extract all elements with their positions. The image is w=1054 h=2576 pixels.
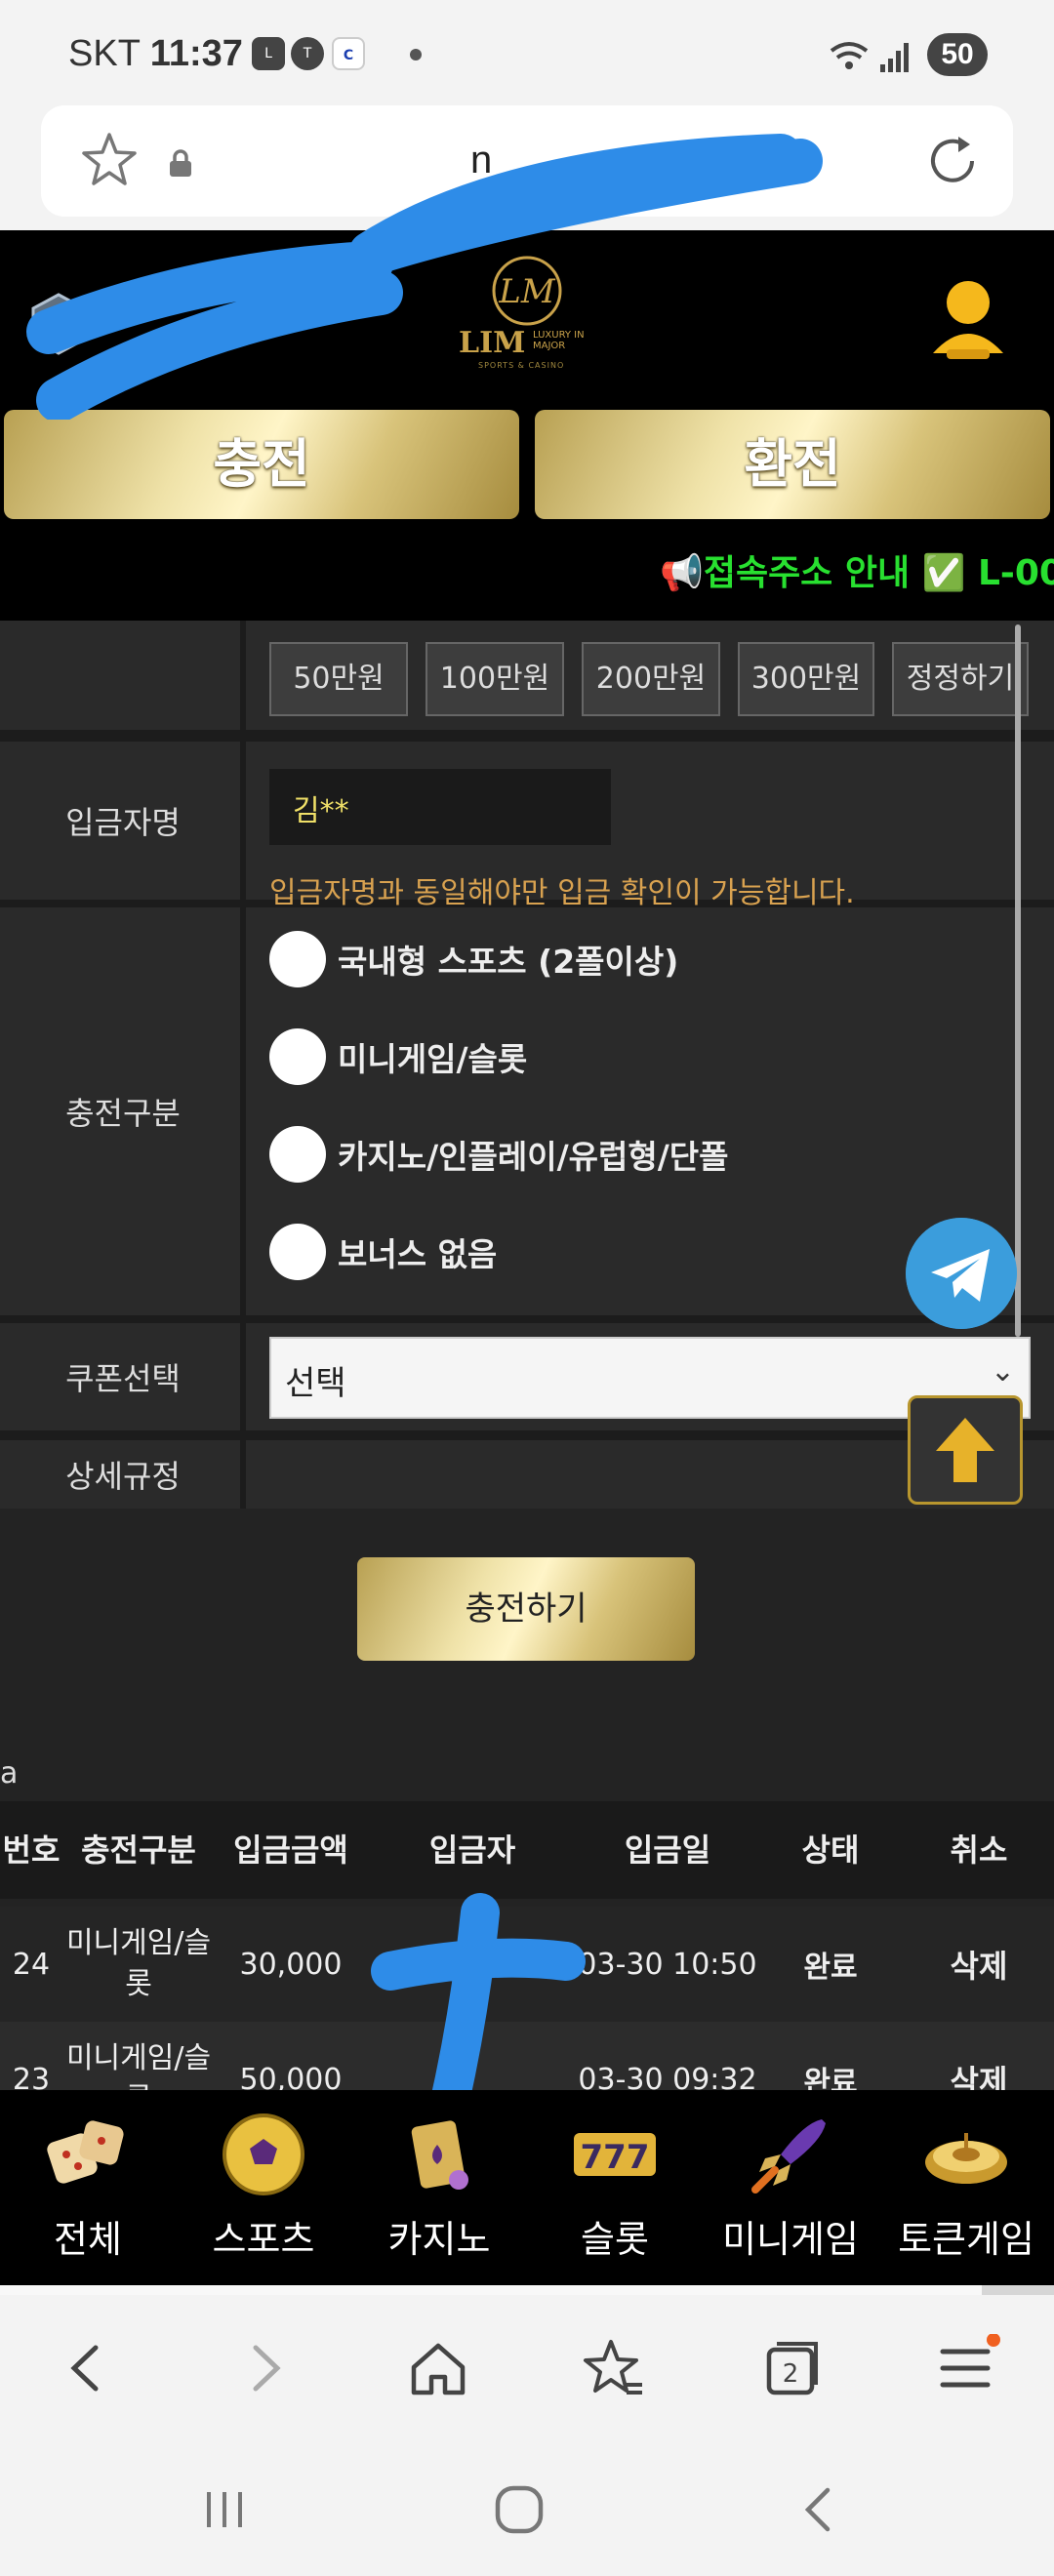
recent-apps-icon[interactable]	[195, 2480, 254, 2539]
game-nav-minigame[interactable]: 미니게임	[703, 2090, 878, 2285]
scroll-to-top-button[interactable]	[908, 1395, 1023, 1505]
option-label: 보너스 없음	[338, 1235, 498, 1273]
arrow-up-icon	[936, 1418, 994, 1482]
col-header-no: 번호	[2, 1831, 61, 1869]
radio-button[interactable]	[269, 931, 326, 987]
rocket-icon	[751, 2119, 826, 2194]
chevron-down-icon: ⌄	[990, 1354, 1015, 1389]
col-header-type: 충전구분	[81, 1831, 196, 1869]
rules-row: 상세규정	[0, 1440, 1054, 1509]
charge-type-option-minigame[interactable]: 미니게임/슬롯	[269, 1028, 527, 1085]
charge-type-option-casino[interactable]: 카지노/인플레이/유럽형/단폴	[269, 1126, 728, 1183]
cell-amount: 30,000	[239, 1947, 343, 1982]
slot-777-icon: 777	[574, 2133, 656, 2177]
game-nav-all[interactable]: 전체	[0, 2090, 176, 2285]
notification-l-icon: L	[252, 37, 285, 70]
svg-text:2: 2	[783, 2359, 799, 2389]
tab-exchange[interactable]: 환전	[535, 410, 1050, 519]
game-nav-label: 스포츠	[212, 2218, 315, 2261]
game-nav-slot[interactable]: 777 슬롯	[527, 2090, 703, 2285]
system-back-icon[interactable]	[790, 2480, 849, 2539]
status-carrier-time: SKT 11:37	[68, 33, 243, 74]
game-nav-casino[interactable]: 카지노	[351, 2090, 527, 2285]
telegram-icon[interactable]	[906, 1218, 1017, 1329]
forward-arrow-icon[interactable]	[230, 2334, 299, 2402]
col-header-cancel: 취소	[950, 1831, 1008, 1869]
depositor-label: 입금자명	[6, 742, 246, 900]
amount-row: 50만원 100만원 200만원 300만원 정정하기	[0, 621, 1054, 730]
charge-type-option-sports[interactable]: 국내형 스포츠 (2폴이상)	[269, 931, 678, 987]
home-icon[interactable]	[404, 2334, 472, 2402]
battery-indicator: 50	[927, 33, 988, 76]
game-nav-sports[interactable]: 스포츠	[176, 2090, 351, 2285]
game-nav-label: 슬롯	[581, 2218, 649, 2261]
status-bar: SKT 11:37 L T C 50	[0, 0, 1054, 107]
charge-type-label: 충전구분	[6, 907, 246, 1315]
game-nav-label: 미니게임	[722, 2218, 859, 2261]
wifi-signal-icon	[830, 42, 909, 72]
charge-type-row: 충전구분 국내형 스포츠 (2폴이상) 미니게임/슬롯 카지노/인플레이/유럽형…	[0, 907, 1054, 1315]
game-nav-label: 전체	[54, 2218, 122, 2261]
col-header-status: 상태	[801, 1831, 860, 1869]
c-icon: C	[332, 37, 365, 70]
dice-icon	[47, 2120, 124, 2184]
more-notifications-dot	[410, 49, 422, 60]
cell-no: 24	[12, 1947, 51, 1982]
svg-text:777: 777	[581, 2138, 650, 2177]
cell-type: 미니게임/슬롯	[65, 1926, 212, 2001]
coupon-row: 쿠폰선택 선택 ⌄	[0, 1323, 1054, 1430]
amount-label	[6, 621, 246, 730]
amount-300-button[interactable]: 300만원	[738, 642, 874, 716]
kakaotalk-icon: T	[291, 37, 324, 70]
game-nav-label: 카지노	[387, 2218, 491, 2261]
cell-status: 완료	[803, 1951, 858, 1985]
system-navigation-bar	[0, 2441, 1054, 2576]
amount-reset-button[interactable]: 정정하기	[892, 642, 1029, 716]
delete-button[interactable]: 삭제	[904, 1907, 1054, 2022]
browser-toolbar: 2	[0, 2295, 1054, 2441]
ticker-text: 📢접속주소 안내 ✅ L-001	[660, 553, 1054, 593]
option-label: 카지노/인플레이/유럽형/단폴	[338, 1138, 729, 1176]
amount-50-button[interactable]: 50만원	[269, 642, 408, 716]
home-button-icon[interactable]	[490, 2480, 548, 2539]
rules-label: 상세규정	[6, 1440, 246, 1509]
amount-100-button[interactable]: 100만원	[426, 642, 564, 716]
soccer-ball-icon	[223, 2113, 304, 2195]
tab-charge[interactable]: 충전	[4, 410, 519, 519]
game-nav-token[interactable]: 토큰게임	[878, 2090, 1054, 2285]
tabs-icon: 2	[766, 2342, 818, 2395]
menu-icon[interactable]	[933, 2334, 1001, 2402]
redaction-scribble	[26, 134, 823, 420]
game-category-nav: 전체 스포츠 카지노 777 슬롯 미니게임 토큰게임	[0, 2090, 1054, 2285]
depositor-name-field[interactable]: 김**	[269, 769, 611, 845]
radio-button[interactable]	[269, 1126, 326, 1183]
roulette-icon	[925, 2133, 1007, 2184]
bookmarks-star-icon[interactable]	[580, 2334, 648, 2402]
col-header-amount: 입금금액	[233, 1831, 348, 1869]
amount-200-button[interactable]: 200만원	[582, 642, 720, 716]
coupon-select-value: 선택	[285, 1364, 346, 1403]
depositor-hint: 입금자명과 동일해야만 입금 확인이 가능합니다.	[269, 876, 855, 910]
deposit-form: 50만원 100만원 200만원 300만원 정정하기 입금자명 김** 입금자…	[0, 621, 1054, 1509]
page-load-progress	[0, 2285, 1054, 2295]
game-nav-label: 토큰게임	[898, 2218, 1034, 2261]
back-arrow-icon[interactable]	[53, 2334, 121, 2402]
radio-button[interactable]	[269, 1224, 326, 1280]
casino-cards-icon	[411, 2120, 468, 2190]
notice-ticker[interactable]: 📢접속주소 안내 ✅ L-001	[0, 535, 1054, 603]
submit-charge-button[interactable]: 충전하기	[357, 1557, 695, 1661]
scrollbar-thumb[interactable]	[1015, 624, 1021, 1337]
option-label: 미니게임/슬롯	[338, 1040, 528, 1078]
tabs-button[interactable]: 2	[757, 2334, 826, 2402]
coupon-label: 쿠폰선택	[6, 1323, 246, 1430]
charge-type-option-no-bonus[interactable]: 보너스 없음	[269, 1224, 497, 1280]
depositor-row: 입금자명 김** 입금자명과 동일해야만 입금 확인이 가능합니다.	[0, 742, 1054, 910]
option-label: 국내형 스포츠 (2폴이상)	[338, 943, 679, 981]
history-title: a	[0, 1756, 19, 1791]
radio-button[interactable]	[269, 1028, 326, 1085]
